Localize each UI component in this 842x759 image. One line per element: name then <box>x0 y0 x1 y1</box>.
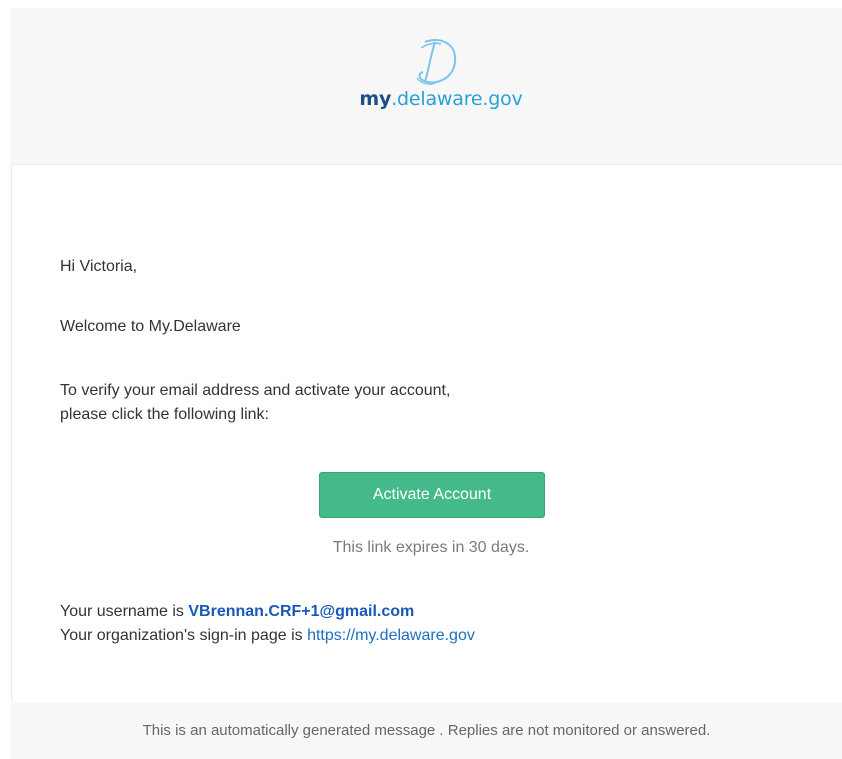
signin-page-link[interactable]: https://my.delaware.gov <box>307 627 475 644</box>
greeting-text: Hi Victoria, <box>60 258 138 275</box>
footer-disclaimer: This is an automatically generated messa… <box>142 722 711 739</box>
verify-instructions: To verify your email address and activat… <box>60 379 580 427</box>
email-footer: This is an automatically generated messa… <box>11 703 842 759</box>
verify-line-1: To verify your email address and activat… <box>60 382 451 399</box>
signin-line: Your organization's sign-in page is http… <box>60 624 475 648</box>
username-line: Your username is VBrennan.CRF+1@gmail.co… <box>60 600 414 624</box>
delaware-d-script-icon <box>416 39 457 85</box>
signin-prefix: Your organization's sign-in page is <box>60 627 308 644</box>
verify-line-2: please click the following link: <box>60 406 269 423</box>
logo-domain-text: .delaware.gov <box>391 88 523 110</box>
link-expiry-note: This link expires in 30 days. <box>332 539 530 556</box>
brand-logo-text: my.delaware.gov <box>341 88 541 110</box>
email-container: my.delaware.gov Hi Victoria, Welcome to … <box>11 8 842 759</box>
email-body: Hi Victoria, Welcome to My.Delaware To v… <box>11 165 842 702</box>
username-prefix: Your username is <box>60 603 189 620</box>
logo-my-text: my <box>359 88 392 110</box>
welcome-text: Welcome to My.Delaware <box>60 318 241 335</box>
activate-account-button[interactable]: Activate Account <box>319 472 545 518</box>
username-value: VBrennan.CRF+1@gmail.com <box>188 603 415 620</box>
email-header: my.delaware.gov <box>11 8 842 165</box>
